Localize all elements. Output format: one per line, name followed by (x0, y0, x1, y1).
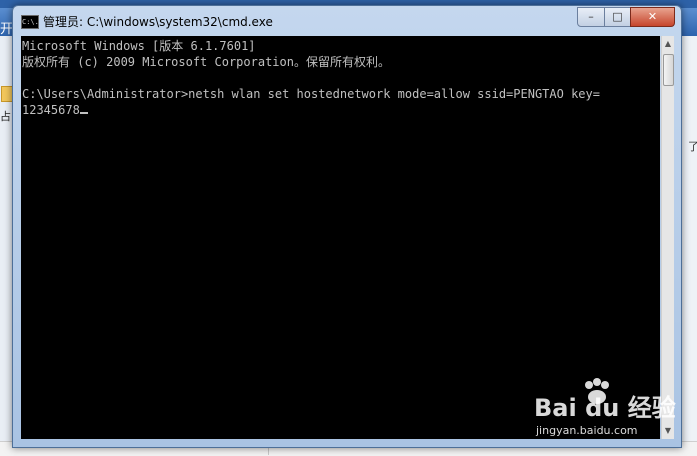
scrollbar-thumb[interactable] (663, 54, 674, 86)
minimize-button[interactable]: – (577, 7, 605, 27)
title-bar[interactable]: C:\. 管理员: C:\windows\system32\cmd.exe – … (13, 6, 681, 36)
command-line: C:\Users\Administrator>netsh wlan set ho… (22, 87, 600, 101)
watermark-url: jingyan.baidu.com (536, 424, 638, 437)
console-line: 版权所有 (c) 2009 Microsoft Corporation。保留所有… (22, 55, 390, 69)
maximize-button[interactable]: □ (604, 7, 631, 27)
text-cursor (79, 112, 88, 114)
console-line: 12345678 (22, 103, 80, 117)
console-line: Microsoft Windows [版本 6.1.7601] (22, 39, 256, 53)
background-left-pane: 占 (0, 36, 13, 455)
minimize-icon: – (588, 10, 594, 23)
baidu-watermark: Bai du 经验 jingyan.baidu.com (534, 378, 684, 440)
cmd-icon[interactable]: C:\. (21, 15, 39, 29)
watermark-logo: Bai du 经验 (534, 394, 676, 422)
close-button[interactable]: ✕ (630, 7, 675, 27)
scroll-up-icon[interactable]: ▲ (662, 36, 674, 52)
background-text: 占 (0, 110, 11, 123)
close-icon: ✕ (647, 10, 658, 23)
maximize-icon: □ (612, 10, 623, 23)
command-line-continued: 12345678 (22, 102, 88, 118)
background-text: 了 (688, 140, 697, 153)
window-title: 管理员: C:\windows\system32\cmd.exe (43, 15, 273, 29)
